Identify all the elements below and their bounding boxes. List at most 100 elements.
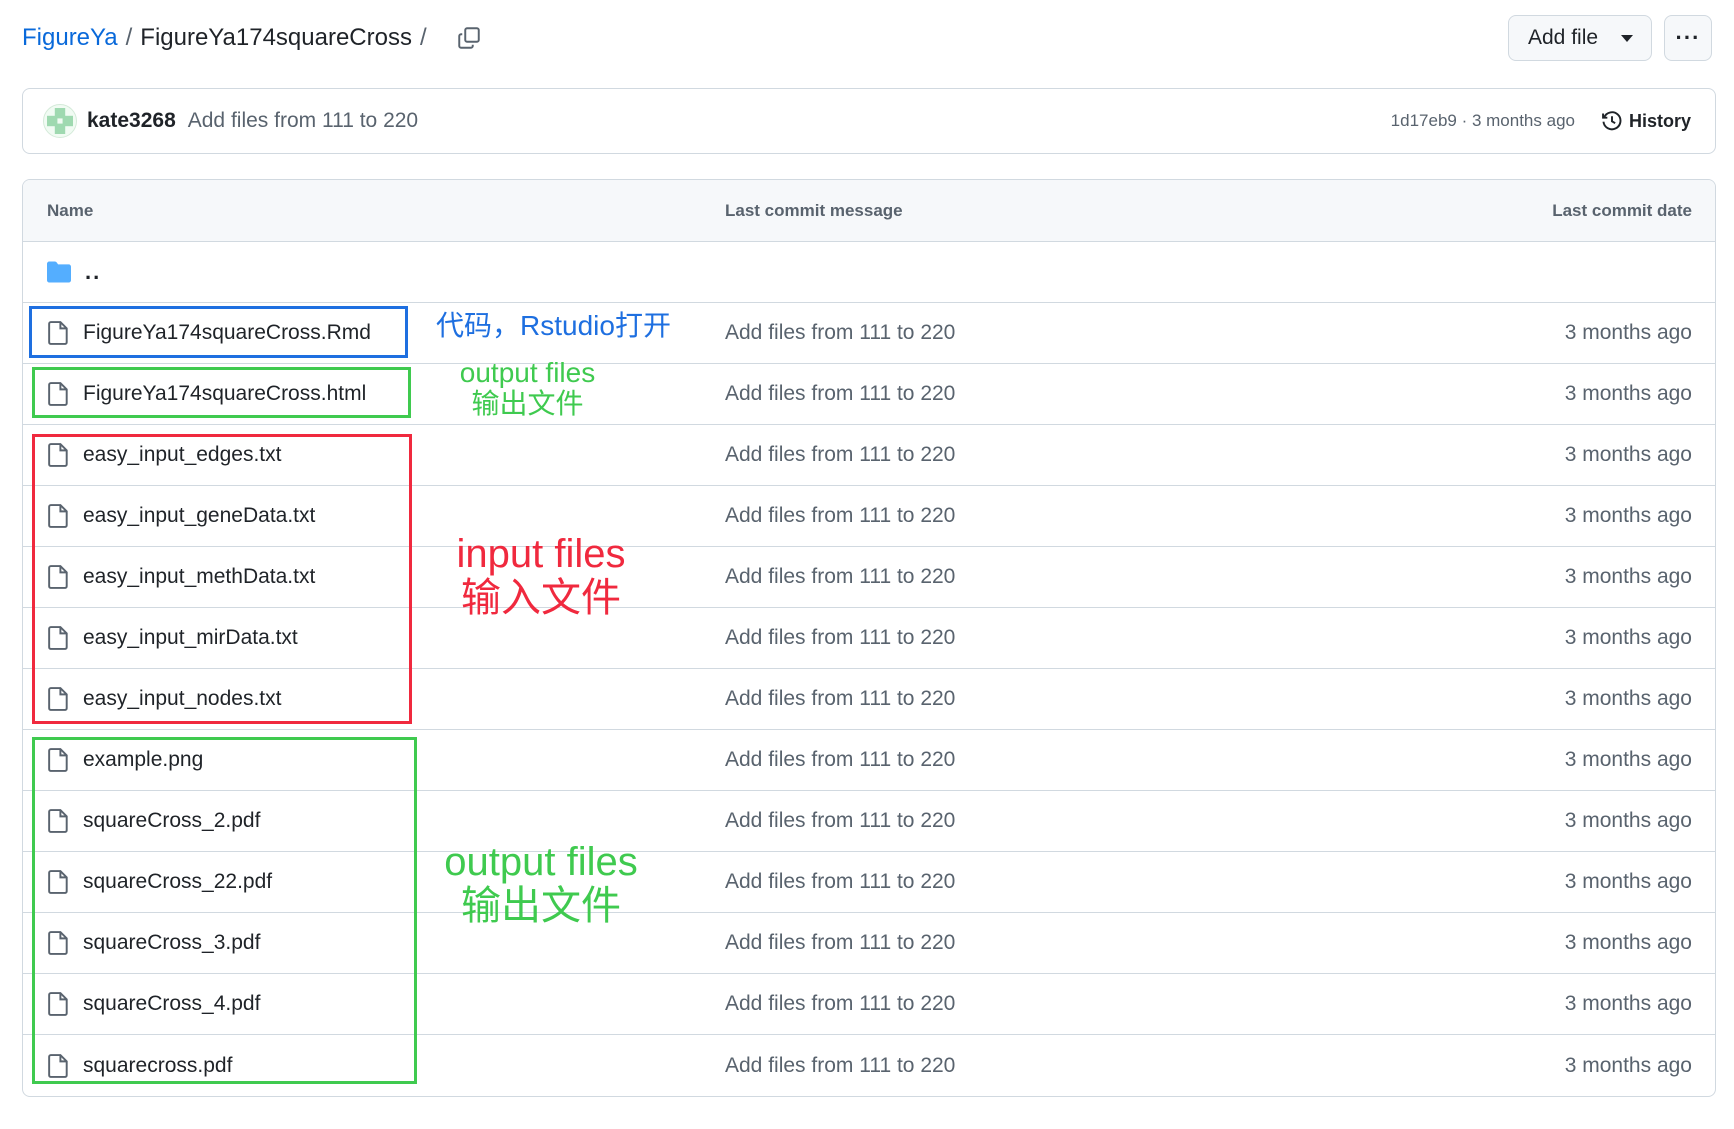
file-name-link[interactable]: squareCross_22.pdf — [47, 870, 272, 894]
commit-message-link[interactable]: Add files from 111 to 220 — [188, 109, 418, 133]
commit-date: 3 months ago — [1564, 626, 1692, 649]
add-file-label: Add file — [1528, 26, 1599, 49]
table-row[interactable]: squareCross_3.pdf Add files from 111 to 2… — [23, 913, 1715, 974]
history-label: History — [1628, 110, 1691, 131]
copy-path-icon[interactable] — [455, 24, 483, 52]
file-name: squareCross_2.pdf — [83, 809, 261, 832]
file-name-link[interactable]: squareCross_3.pdf — [47, 931, 260, 955]
parent-directory-link[interactable]: .. — [47, 259, 101, 285]
file-name: easy_input_geneData.txt — [83, 504, 316, 527]
table-row[interactable]: easy_input_nodes.txt Add files from 111 t… — [23, 669, 1715, 730]
commit-date: 3 months ago — [1564, 748, 1692, 771]
commit-date: 3 months ago — [1564, 1053, 1692, 1077]
commit-message-link[interactable]: Add files from 111 to 220 — [725, 504, 955, 528]
file-table: Name Last commit message Last commit dat… — [22, 179, 1716, 1097]
commit-message-link[interactable]: Add files from 111 to 220 — [725, 992, 955, 1016]
table-row[interactable]: easy_input_methData.txt Add files from 11… — [23, 547, 1715, 608]
commit-message-link[interactable]: Add files from 111 to 220 — [725, 565, 955, 589]
file-name-link[interactable]: FigureYa174squareCross.Rmd — [47, 321, 371, 345]
file-icon — [47, 382, 69, 406]
commit-date: 3 months ago — [1564, 443, 1692, 466]
file-name: example.png — [83, 748, 204, 771]
file-name: easy_input_methData.txt — [83, 565, 316, 588]
kebab-horizontal-icon: ··· — [1675, 25, 1701, 50]
history-button[interactable]: History — [1601, 110, 1691, 132]
folder-icon — [47, 261, 71, 283]
file-icon — [47, 748, 69, 772]
table-row[interactable]: squareCross_22.pdf Add files from 111 to … — [23, 852, 1715, 913]
file-name-link[interactable]: squareCross_2.pdf — [47, 809, 260, 833]
file-name: squareCross_3.pdf — [83, 931, 261, 954]
file-icon — [47, 443, 69, 467]
chevron-down-icon — [1621, 34, 1633, 42]
file-icon — [47, 809, 69, 833]
latest-commit-bar: kate3268 Add files from 111 to 220 1d17e… — [22, 88, 1716, 154]
commit-message-link[interactable]: Add files from 111 to 220 — [725, 626, 955, 650]
breadcrumb-separator: / — [125, 24, 133, 51]
file-name-link[interactable]: easy_input_nodes.txt — [47, 687, 281, 711]
file-name-link[interactable]: easy_input_geneData.txt — [47, 504, 315, 528]
commit-date: 3 months ago — [1564, 321, 1692, 344]
file-icon — [47, 321, 69, 345]
history-icon — [1602, 111, 1622, 131]
table-row[interactable]: squareCross_2.pdf Add files from 111 to 2… — [23, 791, 1715, 852]
file-icon — [47, 626, 69, 650]
file-name: squareCross_4.pdf — [83, 992, 261, 1015]
table-header: Name Last commit message Last commit dat… — [23, 180, 1715, 242]
commit-date: 3 months ago — [1564, 565, 1692, 588]
table-row[interactable]: example.png Add files from 111 to 220 3 mo… — [23, 730, 1715, 791]
breadcrumb-separator-trailing: / — [419, 24, 427, 51]
file-name: easy_input_edges.txt — [83, 443, 282, 466]
file-name-link[interactable]: example.png — [47, 748, 203, 772]
header-actions: Add file ··· — [1508, 15, 1712, 61]
column-header-name: Name — [47, 200, 94, 220]
add-file-button[interactable]: Add file — [1508, 15, 1652, 61]
file-icon — [47, 931, 69, 955]
commit-date: 3 months ago — [1564, 809, 1692, 832]
file-name: easy_input_nodes.txt — [83, 687, 282, 710]
file-icon — [47, 1053, 69, 1078]
file-icon — [47, 504, 69, 528]
file-name-link[interactable]: easy_input_methData.txt — [47, 565, 315, 589]
avatar[interactable] — [43, 104, 77, 138]
table-row[interactable]: FigureYa174squareCross.html Add files fro… — [23, 364, 1715, 425]
file-name-link[interactable]: squarecross.pdf — [47, 1054, 232, 1078]
file-name: FigureYa174squareCross.html — [83, 382, 367, 405]
commit-message-link[interactable]: Add files from 111 to 220 — [725, 931, 955, 955]
commit-message-link[interactable]: Add files from 111 to 220 — [725, 809, 955, 833]
file-name-link[interactable]: easy_input_edges.txt — [47, 443, 281, 467]
breadcrumb-owner-link[interactable]: FigureYa — [22, 24, 118, 52]
commit-message-link[interactable]: Add files from 111 to 220 — [725, 687, 955, 711]
parent-directory-row[interactable]: .. — [23, 242, 1715, 303]
file-icon — [47, 992, 69, 1016]
file-icon — [47, 565, 69, 589]
table-row[interactable]: squarecross.pdf Add files from 111 to 220… — [23, 1035, 1715, 1096]
file-name-link[interactable]: squareCross_4.pdf — [47, 992, 260, 1016]
commit-message-link[interactable]: Add files from 111 to 220 — [725, 870, 955, 894]
breadcrumb-repo: FigureYa174squareCross — [140, 24, 412, 51]
commit-date: 3 months ago — [1564, 992, 1692, 1015]
table-row[interactable]: squareCross_4.pdf Add files from 111 to 2… — [23, 974, 1715, 1035]
table-row[interactable]: easy_input_geneData.txt Add files from 11… — [23, 486, 1715, 547]
commit-message-link[interactable]: Add files from 111 to 220 — [725, 443, 955, 467]
file-icon — [47, 870, 69, 894]
repo-header: FigureYa / FigureYa174squareCross / Add … — [22, 14, 1712, 62]
commit-message-link[interactable]: Add files from 111 to 220 — [725, 382, 955, 406]
commit-message-link[interactable]: Add files from 111 to 220 — [725, 1054, 955, 1078]
table-row[interactable]: easy_input_edges.txt Add files from 111 t… — [23, 425, 1715, 486]
file-rows: FigureYa174squareCross.Rmd Add files from… — [23, 303, 1715, 1096]
commit-author-link[interactable]: kate3268 — [87, 109, 176, 133]
commit-hash-time[interactable]: 1d17eb9 · 3 months ago — [1391, 111, 1575, 131]
file-icon — [47, 687, 69, 711]
table-row[interactable]: easy_input_mirData.txt Add files from 111… — [23, 608, 1715, 669]
file-name: squareCross_22.pdf — [83, 870, 273, 893]
table-row[interactable]: FigureYa174squareCross.Rmd Add files from… — [23, 303, 1715, 364]
file-name-link[interactable]: FigureYa174squareCross.html — [47, 382, 366, 406]
file-name: FigureYa174squareCross.Rmd — [83, 321, 371, 344]
file-name-link[interactable]: easy_input_mirData.txt — [47, 626, 298, 650]
commit-message-link[interactable]: Add files from 111 to 220 — [725, 321, 955, 345]
column-header-date: Last commit date — [1552, 200, 1692, 220]
more-options-button[interactable]: ··· — [1664, 15, 1712, 61]
commit-message-link[interactable]: Add files from 111 to 220 — [725, 748, 955, 772]
file-name: easy_input_mirData.txt — [83, 626, 298, 649]
